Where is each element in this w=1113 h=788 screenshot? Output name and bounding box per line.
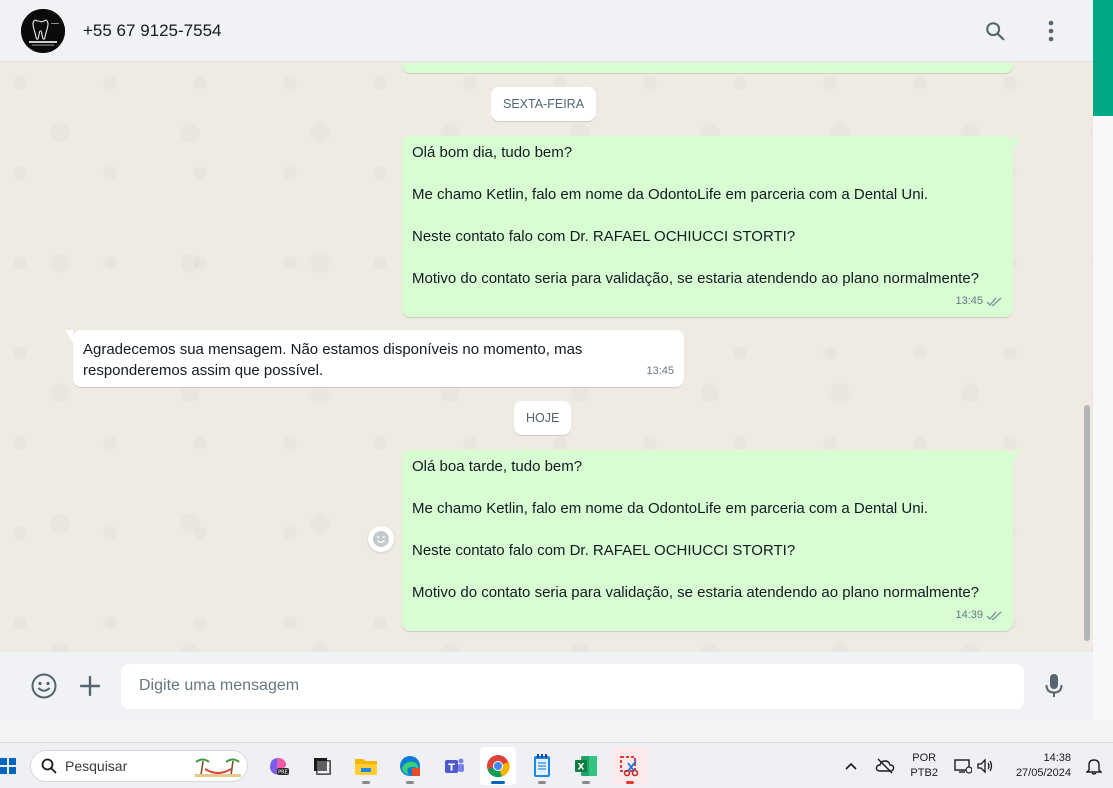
chat-panel[interactable]: SEXTA-FEIRA Olá bom dia, tudo bem? Me ch…: [0, 63, 1093, 652]
read-receipt-icon: [986, 297, 1002, 307]
chevron-up-icon[interactable]: [840, 755, 862, 777]
message-bubble-outgoing[interactable]: Olá boa tarde, tudo bem? Me chamo Ketlin…: [402, 450, 1021, 631]
windows-taskbar: Pesquisar PRE T X POR PTB2 14:38 27/05/2…: [0, 742, 1113, 788]
whatsapp-window: +55 67 9125-7554 SEXTA-FEIRA Olá bom dia…: [0, 0, 1093, 720]
message-bubble-outgoing[interactable]: Olá bom dia, tudo bem? Me chamo Ketlin, …: [402, 136, 1021, 317]
search-label: Pesquisar: [65, 757, 128, 774]
svg-text:X: X: [578, 762, 585, 772]
edge-icon[interactable]: [392, 747, 428, 785]
notepad-icon[interactable]: [524, 747, 560, 785]
message-time: 13:45: [955, 295, 983, 307]
message-line: Agradecemos sua mensagem. Não estamos di…: [83, 341, 583, 358]
reaction-emoji-button[interactable]: [368, 526, 394, 552]
message-line: Motivo do contato seria para validação, …: [412, 270, 980, 287]
copilot-icon[interactable]: PRE: [260, 747, 296, 785]
message-line: Neste contato falo com Dr. RAFAEL OCHIUC…: [412, 542, 796, 559]
day-chip-today: HOJE: [514, 401, 572, 435]
input-language[interactable]: POR PTB2: [910, 751, 938, 781]
previous-message-bubble: [402, 63, 1013, 73]
notification-bell-icon[interactable]: [1083, 755, 1105, 777]
excel-icon[interactable]: X: [568, 747, 604, 785]
window-accent-strip: [1093, 0, 1113, 116]
system-tray: POR PTB2 14:38 27/05/2024: [834, 751, 1113, 781]
file-explorer-icon[interactable]: [348, 747, 384, 785]
cloud-offline-icon[interactable]: [874, 755, 896, 777]
svg-text:PRE: PRE: [278, 769, 288, 775]
desktop-gap: [0, 720, 1113, 742]
taskbar-search[interactable]: Pesquisar: [30, 749, 248, 782]
volume-icon[interactable]: [974, 755, 996, 777]
message-line: Me chamo Ketlin, falo em nome da OdontoL…: [412, 186, 929, 203]
search-icon: [41, 758, 57, 773]
taskbar-clock[interactable]: 14:38 27/05/2024: [1016, 751, 1071, 781]
message-line: Olá bom dia, tudo bem?: [412, 144, 573, 161]
attach-plus-icon[interactable]: [75, 671, 105, 701]
svg-text:T: T: [448, 762, 455, 773]
message-composer: [0, 652, 1093, 720]
teams-icon[interactable]: T: [436, 747, 472, 785]
delivered-receipt-icon: [986, 611, 1002, 621]
chrome-icon[interactable]: [480, 746, 516, 785]
search-icon[interactable]: [983, 19, 1007, 43]
microphone-icon[interactable]: [1039, 671, 1069, 701]
chat-header: +55 67 9125-7554: [0, 0, 1093, 62]
message-bubble-incoming[interactable]: Agradecemos sua mensagem. Não estamos di…: [65, 330, 684, 387]
message-line: Motivo do contato seria para validação, …: [412, 584, 980, 601]
day-chip-friday: SEXTA-FEIRA: [491, 87, 597, 121]
message-line: Neste contato falo com Dr. RAFAEL OCHIUC…: [412, 228, 796, 245]
start-button-icon[interactable]: [0, 757, 16, 774]
message-time: 13:45: [646, 365, 674, 377]
message-input[interactable]: [121, 663, 1024, 709]
snipping-tool-icon[interactable]: [612, 746, 648, 785]
contact-name[interactable]: +55 67 9125-7554: [83, 21, 222, 41]
message-line: Me chamo Ketlin, falo em nome da OdontoL…: [412, 500, 929, 517]
smiley-icon: [373, 531, 389, 547]
message-time: 14:39: [955, 609, 983, 621]
menu-kebab-icon[interactable]: [1039, 19, 1063, 43]
search-highlight-icon: [195, 755, 241, 782]
message-line: responderemos assim que possível.: [83, 362, 324, 379]
emoji-icon[interactable]: [29, 671, 59, 701]
network-icon[interactable]: [952, 755, 974, 777]
message-line: Olá boa tarde, tudo bem?: [412, 458, 583, 475]
contact-avatar[interactable]: [21, 8, 65, 53]
avatar-logo-icon: [21, 8, 65, 53]
window-side-background: [1093, 116, 1113, 720]
task-view-icon[interactable]: [304, 747, 340, 785]
chat-scrollbar[interactable]: [1084, 405, 1090, 641]
